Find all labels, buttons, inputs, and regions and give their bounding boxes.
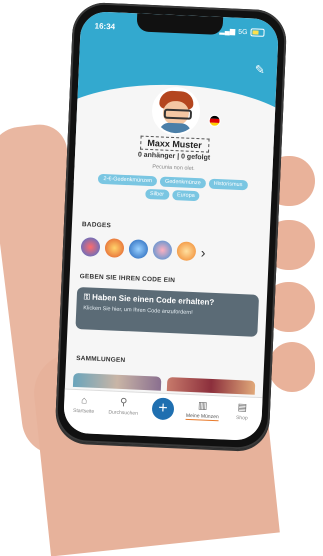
code-card-title: Haben Sie einen Code erhalten? (91, 292, 215, 307)
tag-chip[interactable]: Silber (144, 188, 170, 200)
tab-meine-muenzen[interactable]: ▥ Meine Münzen (185, 400, 220, 422)
badge-icon[interactable] (152, 240, 173, 261)
search-coins-icon: ⚲ (119, 396, 128, 409)
tab-label: Startseite (72, 407, 95, 415)
collection-thumbnail[interactable] (166, 376, 256, 395)
app-screen: 16:34 ▂▄▆ 5G ✎ Maxx Muster 0 anhänger | … (62, 10, 280, 442)
home-icon: ⌂ (80, 395, 88, 407)
tag-chip[interactable]: Gedenkmünze (159, 176, 206, 189)
shop-icon: ▤ (237, 402, 248, 414)
collection-thumbnail[interactable] (72, 372, 162, 391)
tab-label: Shop (235, 415, 248, 422)
badge-icon[interactable] (104, 238, 125, 258)
tag-chip[interactable]: Europa (171, 190, 200, 202)
tag-chip[interactable]: 2-€-Gedenkmünzen (98, 173, 158, 187)
tag-chip[interactable]: Historismus (208, 178, 248, 191)
badges-row: › (80, 237, 270, 264)
status-time: 16:34 (94, 21, 116, 32)
tab-label: Durchsuchen (108, 409, 139, 417)
badge-icon[interactable] (176, 241, 197, 262)
bottom-tab-bar: ⌂ Startseite ⚲ Durchsuchen + ▥ Meine Mün… (62, 388, 263, 442)
code-section-title: GEBEN SIE IHREN CODE EIN (79, 273, 176, 285)
notch (136, 13, 224, 36)
tab-add[interactable]: + (146, 397, 181, 421)
phone-frame: 16:34 ▂▄▆ 5G ✎ Maxx Muster 0 anhänger | … (54, 1, 288, 451)
edit-pencil-icon[interactable]: ✎ (255, 63, 266, 77)
username[interactable]: Maxx Muster (140, 135, 210, 153)
signal-icon: ▂▄▆ (219, 27, 236, 36)
battery-icon (250, 28, 265, 37)
tab-label: Meine Münzen (185, 412, 219, 422)
badge-icon[interactable] (128, 239, 149, 260)
collections-title: SAMMLUNGEN (75, 354, 126, 365)
request-code-card[interactable]: ⚿ Haben Sie einen Code erhalten? Klicken… (75, 286, 260, 337)
badges-title: BADGES (81, 221, 112, 230)
tab-durchsuchen[interactable]: ⚲ Durchsuchen (106, 396, 141, 417)
badge-icon[interactable] (80, 237, 101, 257)
tab-startseite[interactable]: ⌂ Startseite (67, 395, 102, 415)
finger (269, 342, 315, 392)
coins-icon: ▥ (197, 400, 208, 412)
plus-icon[interactable]: + (151, 397, 175, 421)
chevron-right-icon[interactable]: › (201, 244, 206, 260)
tab-shop[interactable]: ▤ Shop (225, 402, 260, 422)
network-label: 5G (238, 28, 248, 36)
